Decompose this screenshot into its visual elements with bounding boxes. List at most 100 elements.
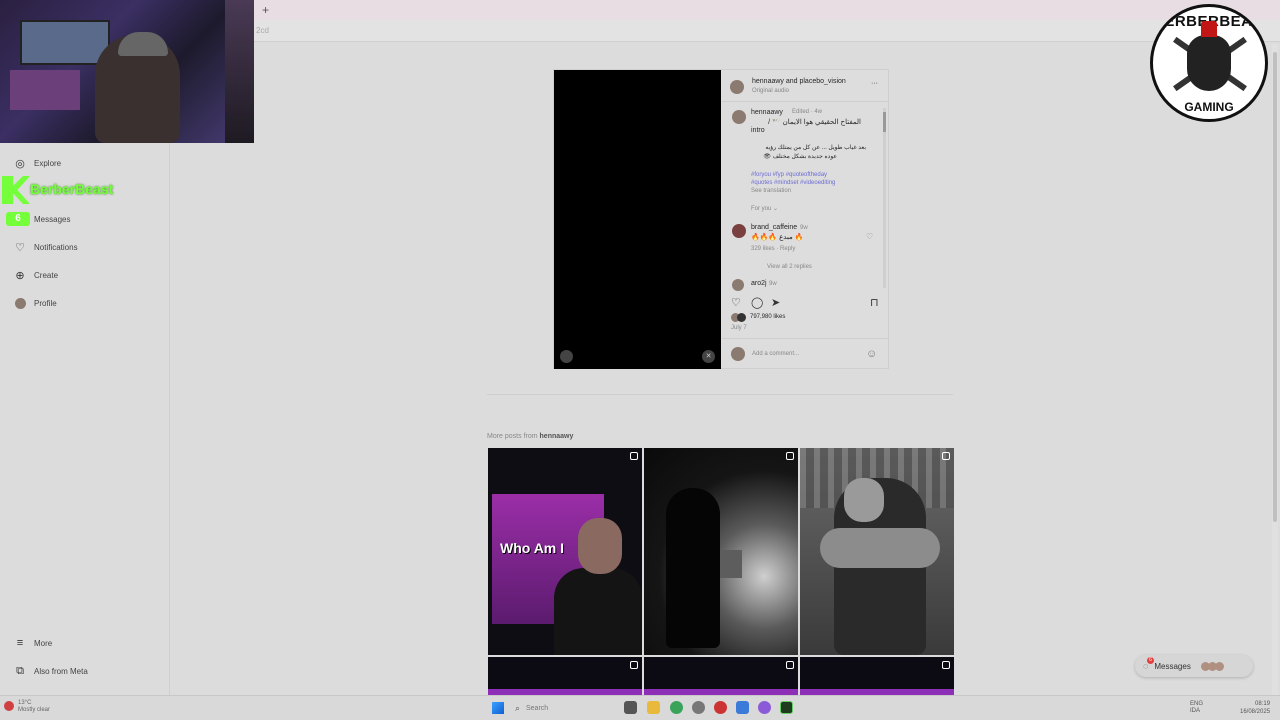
messages-count-badge: 6	[1147, 657, 1154, 664]
thumbnail-athlete-arms	[820, 528, 940, 568]
caption-meta: Edited · 4w	[792, 109, 823, 115]
caption-avatar[interactable]	[732, 110, 746, 124]
post-thumbnail[interactable]	[488, 657, 642, 695]
reel-icon	[786, 661, 794, 669]
caption-hashtags-1[interactable]: #foryou #fyp #quoteoftheday	[751, 172, 827, 178]
more-posts-user[interactable]: hennaawy	[540, 433, 574, 440]
app-icon[interactable]	[780, 701, 793, 714]
profile-avatar-icon	[14, 297, 26, 309]
task-view-icon[interactable]	[624, 701, 637, 714]
streamer-name-overlay: BerberBeast	[30, 181, 114, 197]
caption-line-1: المفتاح الحقيقي هوا الايمان 🕊️ /	[768, 119, 861, 126]
windows-taskbar: 13°C Mostly clear ⌕ Search ENG IDA 08:19…	[0, 695, 1280, 720]
comment-user-2[interactable]: aro2j	[751, 280, 767, 287]
steam-icon[interactable]	[692, 701, 705, 714]
sidebar-item-label: Also from Meta	[34, 666, 88, 676]
post-thumbnail[interactable]	[644, 657, 798, 695]
likes-count[interactable]: 797,980 likes	[750, 314, 785, 320]
comment-bubble-icon[interactable]: ◯	[751, 296, 763, 309]
post-thumbnail[interactable]	[644, 448, 798, 655]
audio-label[interactable]: Original audio	[752, 88, 789, 94]
webcam-overlay	[0, 0, 254, 143]
see-translation-link[interactable]: See translation	[751, 188, 791, 194]
post-thumbnail[interactable]	[800, 657, 954, 695]
page-scrollbar[interactable]	[1272, 44, 1278, 695]
add-comment-input[interactable]: Add a comment...	[752, 351, 799, 357]
weather-temp: 13°C	[18, 700, 32, 706]
background-wall	[225, 0, 254, 143]
sidebar-item-more[interactable]: ≡ More	[14, 634, 52, 652]
more-posts-prefix: More posts from	[487, 433, 538, 440]
comment-like-heart-icon[interactable]: ♡	[866, 232, 873, 241]
taskbar-clock[interactable]: 08:19 16/08/2025	[1240, 700, 1270, 716]
emoji-icon[interactable]: ☺	[866, 348, 877, 360]
tagged-user-icon[interactable]	[560, 350, 573, 363]
more-options-icon[interactable]: ···	[871, 80, 878, 87]
for-you-label[interactable]: For you ⌄	[751, 205, 778, 212]
caption-user[interactable]: hennaawy	[751, 109, 783, 116]
mute-icon[interactable]: ✕	[702, 350, 715, 363]
messages-floating-button[interactable]: ◌ 6 Messages	[1135, 655, 1253, 677]
sidebar-item-create[interactable]: ⊕ Create	[14, 266, 58, 284]
caption-line-4: عوده جديدة بشكل مختلف 👁	[763, 154, 837, 160]
compass-icon: ◎	[15, 157, 25, 170]
sidebar-item-explore[interactable]: ◎ Explore	[14, 154, 61, 172]
comments-scrollbar[interactable]	[883, 108, 886, 288]
post-header: hennaawy and placebo_vision Original aud…	[722, 70, 889, 102]
sidebar-item-label: Messages	[34, 214, 71, 224]
liker-avatar	[737, 313, 746, 322]
messages-pill-label: Messages	[1154, 661, 1191, 671]
address-text: 2cd	[256, 26, 269, 35]
stream-badge: 6	[6, 212, 30, 226]
thumbnail-silhouette	[666, 488, 720, 648]
post-thumbnail[interactable]: Who Am I	[488, 448, 642, 655]
sidebar-item-label: Notifications	[34, 242, 78, 252]
chrome-icon[interactable]	[670, 701, 683, 714]
view-replies-link[interactable]: View all 2 replies	[767, 264, 812, 270]
post-authors[interactable]: hennaawy and placebo_vision	[752, 78, 846, 85]
share-send-icon[interactable]: ➤	[771, 296, 780, 309]
file-explorer-icon[interactable]	[647, 701, 660, 714]
background-monitor	[20, 20, 110, 65]
sidebar-item-label: Create	[34, 270, 59, 280]
weather-desc: Mostly clear	[18, 707, 51, 713]
app-icon[interactable]	[758, 701, 771, 714]
beast-face-icon	[1187, 35, 1231, 91]
bookmark-icon[interactable]: ⊓	[870, 296, 879, 309]
sidebar-item-notifications[interactable]: ♡ Notifications	[14, 238, 78, 256]
author-avatar[interactable]	[730, 80, 744, 94]
weather-widget[interactable]: 13°C Mostly clear	[18, 700, 50, 714]
sidebar-item-profile[interactable]: Profile	[14, 294, 57, 312]
reel-icon	[786, 452, 794, 460]
caption-line-2: intro	[751, 127, 765, 134]
weather-icon[interactable]	[4, 701, 14, 711]
like-heart-icon[interactable]: ♡	[731, 296, 741, 309]
hamburger-menu-icon: ≡	[16, 637, 24, 649]
plus-square-icon: ⊕	[15, 269, 25, 282]
reel-icon	[630, 661, 638, 669]
berberbeast-gaming-logo: BERBERBEAST GAMING	[1150, 4, 1268, 122]
post-modal: ✕ hennaawy and placebo_vision Original a…	[553, 69, 889, 369]
comment-meta[interactable]: 329 likes · Reply	[751, 246, 795, 252]
more-posts-heading: More posts from hennaawy	[487, 433, 573, 440]
new-tab-button[interactable]: +	[262, 3, 269, 17]
post-details-panel: hennaawy and placebo_vision Original aud…	[722, 70, 889, 369]
windows-start-icon[interactable]	[492, 702, 504, 714]
app-icon[interactable]	[714, 701, 727, 714]
caption-hashtags-2[interactable]: #quotes #mindset #videoediting	[751, 180, 835, 186]
clock-date: 16/08/2025	[1240, 709, 1271, 715]
reel-video-player[interactable]: ✕	[554, 70, 721, 369]
taskbar-search[interactable]: Search	[512, 701, 612, 716]
commenter-avatar-2[interactable]	[732, 279, 744, 291]
reel-icon	[942, 661, 950, 669]
thumbnail-person	[554, 568, 642, 655]
language-indicator[interactable]: ENG IDA	[1190, 701, 1203, 715]
comment-time: 9w	[800, 225, 808, 231]
recent-chat-avatars	[1200, 661, 1224, 671]
comment-user[interactable]: brand_caffeine	[751, 224, 797, 231]
sidebar-item-also-from-meta[interactable]: ⧉ Also from Meta	[14, 662, 88, 680]
commenter-avatar[interactable]	[732, 224, 746, 238]
post-thumbnail[interactable]	[800, 448, 954, 655]
reel-icon	[942, 452, 950, 460]
app-icon[interactable]	[736, 701, 749, 714]
